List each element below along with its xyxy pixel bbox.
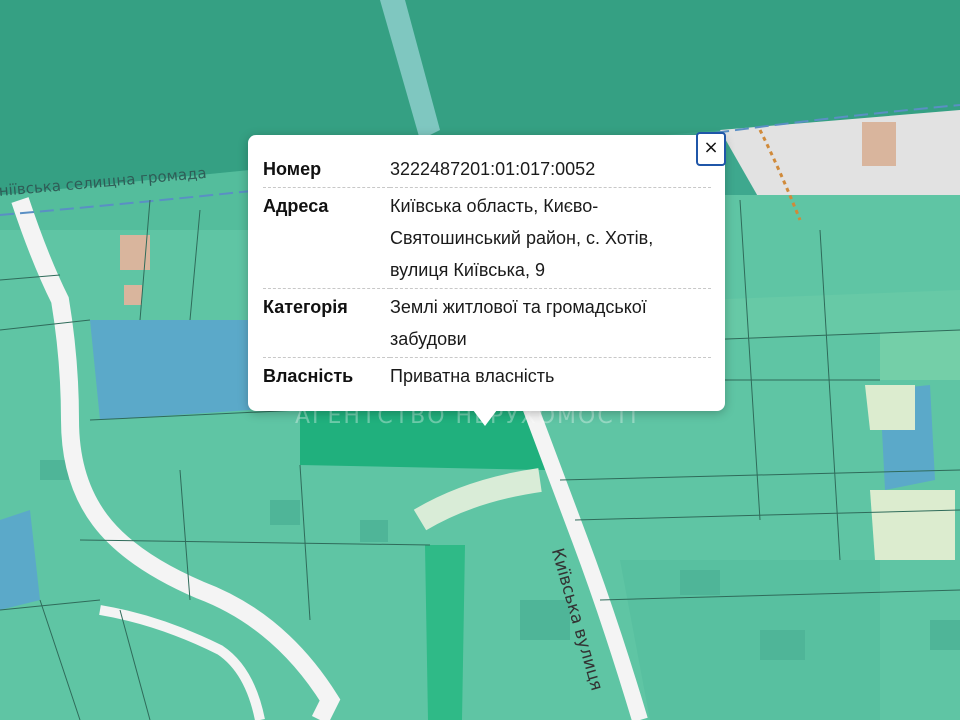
info-key: Номер <box>263 151 390 188</box>
close-button[interactable]: × <box>696 132 726 166</box>
info-value: Приватна власність <box>390 366 555 386</box>
parcel-agri <box>870 490 955 560</box>
building <box>270 500 300 525</box>
parcel-agri <box>865 385 915 430</box>
info-row-number: Номер 3222487201:01:017:0052 <box>263 151 711 188</box>
popup-pointer <box>473 410 497 426</box>
building <box>760 630 805 660</box>
info-key: Категорія <box>263 288 390 358</box>
building <box>930 620 960 650</box>
info-value: Землі житлової та громадської забудови <box>390 288 711 358</box>
info-value: Київська область, Києво-Святошинський ра… <box>390 187 711 289</box>
parcel <box>880 330 960 380</box>
info-row-ownership: Власність Приватна власність <box>263 358 711 395</box>
parcel-water <box>90 320 250 420</box>
building <box>124 285 142 305</box>
info-row-category: Категорія Землі житлової та громадської … <box>263 288 711 358</box>
parcel-info-table: Номер 3222487201:01:017:0052 Адреса Київ… <box>263 151 711 394</box>
parcel <box>620 560 880 720</box>
info-key: Адреса <box>263 187 390 289</box>
building <box>680 570 720 595</box>
parcel <box>425 545 465 720</box>
parcel-info-popup: × Номер 3222487201:01:017:0052 Адреса Ки… <box>248 132 726 426</box>
building <box>862 122 896 166</box>
info-value: 3222487201:01:017:0052 <box>390 151 711 188</box>
info-key: Власність <box>263 366 354 386</box>
building <box>360 520 388 542</box>
info-row-address: Адреса Київська область, Києво-Святошинс… <box>263 187 711 289</box>
